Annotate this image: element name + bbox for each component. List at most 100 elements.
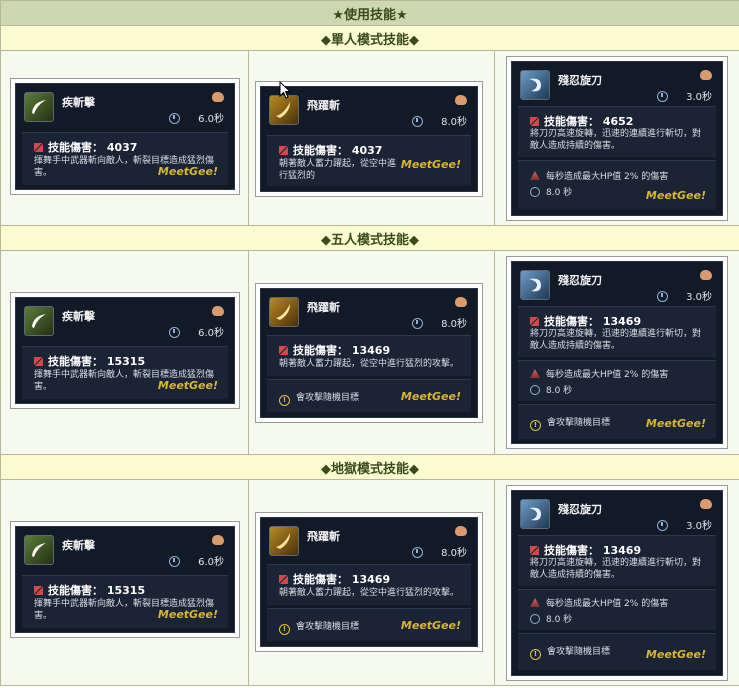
section-title-hell: ◆地獄模式技能◆ [0, 454, 739, 480]
party-cell-3: 殘忍旋刀 3.0秒 技能傷害： 13469 將刀刃高速旋轉，迅速的連續進行斬切，… [494, 250, 739, 455]
info-panel: 技能傷害： 4652 將刀刃高速旋轉，迅速的連續進行斬切，對敵人造成持續的傷害。 [518, 106, 716, 157]
damage-line: 技能傷害： 13469 [530, 313, 641, 329]
damage-icon [279, 575, 288, 584]
info-panel: 技能傷害： 15315 揮舞手中武器斬向敵人，斬裂目標造成猛烈傷害。 MeetG… [22, 575, 228, 628]
clock-icon [169, 327, 181, 338]
cooldown: 8.0秒 [412, 113, 467, 128]
skill-name: 疾斬擊 [62, 539, 95, 552]
meetgee-logo: MeetGee! [157, 379, 218, 392]
spin-blade-skill-icon [520, 70, 550, 100]
clock-icon [530, 385, 540, 395]
warning-icon: ! [530, 649, 541, 660]
damage-icon [279, 146, 288, 155]
damage-icon [34, 357, 43, 366]
section-title-party: ◆五人模式技能◆ [0, 225, 739, 251]
hp-effect: 每秒造成最大HP值 2% 的傷害 [530, 367, 668, 380]
effect-panel: 每秒造成最大HP值 2% 的傷害 8.0 秒 [518, 589, 716, 630]
skill-card-party-a: 疾斬擊 6.0秒 技能傷害： 15315 揮舞手中武器斬向敵人，斬裂目標造成猛烈… [10, 292, 240, 409]
damage-line: 技能傷害： 13469 [279, 571, 390, 587]
solo-cell-3: 殘忍旋刀 3.0秒 技能傷害： 4652 將刀刃高速旋轉，迅速的連續進行斬切，對… [494, 50, 739, 226]
fist-icon [700, 270, 712, 280]
damage-line: 技能傷害： 4037 [279, 142, 382, 158]
slash-skill-icon [24, 306, 54, 336]
skill-card-solo-c: 殘忍旋刀 3.0秒 技能傷害： 4652 將刀刃高速旋轉，迅速的連續進行斬切，對… [506, 56, 728, 221]
fist-icon [212, 92, 224, 102]
effect-panel: 每秒造成最大HP值 2% 的傷害 8.0 秒 [518, 360, 716, 401]
fist-icon [212, 535, 224, 545]
skill-description: 朝著敵人蓄力躍起，從空中進行猛烈的 [279, 159, 397, 181]
page-title: ★使用技能★ [0, 0, 739, 26]
hell-cell-2: 飛躍斬 8.0秒 技能傷害： 13469 朝著敵人蓄力躍起，從空中進行猛烈的攻擊… [248, 479, 495, 686]
burn-icon [530, 369, 540, 378]
duration: 8.0 秒 [530, 383, 572, 396]
stun-note: ! 會攻擊隨機目標 [279, 619, 359, 635]
damage-icon [34, 586, 43, 595]
damage-icon [530, 317, 539, 326]
damage-icon [530, 117, 539, 126]
clock-icon [169, 556, 181, 567]
skill-name: 殘忍旋刀 [558, 74, 602, 87]
note-panel: ! 會攻擊隨機目標 MeetGee! [267, 379, 471, 412]
skill-name: 疾斬擊 [62, 96, 95, 109]
clock-icon [169, 113, 181, 124]
info-panel: 技能傷害： 13469 朝著敵人蓄力躍起，從空中進行猛烈的攻擊。 [267, 335, 471, 376]
skill-card-hell-c: 殘忍旋刀 3.0秒 技能傷害： 13469 將刀刃高速旋轉，迅速的連續進行斬切，… [506, 485, 728, 681]
info-panel: 技能傷害： 13469 朝著敵人蓄力躍起，從空中進行猛烈的攻擊。 [267, 564, 471, 605]
stun-note: ! 會攻擊隨機目標 [530, 415, 610, 431]
skill-card-party-c: 殘忍旋刀 3.0秒 技能傷害： 13469 將刀刃高速旋轉，迅速的連續進行斬切，… [506, 256, 728, 449]
skill-name: 殘忍旋刀 [558, 274, 602, 287]
cooldown: 3.0秒 [657, 517, 712, 532]
skill-name: 飛躍斬 [307, 99, 340, 112]
clock-icon [657, 291, 669, 302]
meetgee-logo: MeetGee! [645, 189, 706, 202]
meetgee-logo: MeetGee! [400, 619, 461, 632]
spin-blade-skill-icon [520, 499, 550, 529]
effect-panel: 每秒造成最大HP值 2% 的傷害 8.0 秒 MeetGee! [518, 160, 716, 209]
meetgee-logo: MeetGee! [400, 158, 461, 171]
clock-icon [412, 547, 424, 558]
warning-icon: ! [279, 395, 290, 406]
duration: 8.0 秒 [530, 185, 572, 198]
meetgee-logo: MeetGee! [645, 648, 706, 661]
cooldown: 3.0秒 [657, 288, 712, 303]
meetgee-logo: MeetGee! [645, 417, 706, 430]
skills-table: ★使用技能★ ◆單人模式技能◆ 疾斬擊 6.0秒 技能傷害： 4037 揮舞手中… [0, 0, 739, 686]
skill-card-hell-a: 疾斬擊 6.0秒 技能傷害： 15315 揮舞手中武器斬向敵人，斬裂目標造成猛烈… [10, 521, 240, 638]
spin-blade-skill-icon [520, 270, 550, 300]
note-panel: ! 會攻擊隨機目標 MeetGee! [518, 404, 716, 439]
fist-icon [455, 95, 467, 105]
leap-skill-icon [269, 526, 299, 556]
meetgee-logo: MeetGee! [400, 390, 461, 403]
cooldown: 3.0秒 [657, 88, 712, 103]
fist-icon [455, 526, 467, 536]
hp-effect: 每秒造成最大HP值 2% 的傷害 [530, 169, 668, 182]
info-panel: 技能傷害： 13469 將刀刃高速旋轉，迅速的連續進行斬切，對敵人造成持續的傷害… [518, 306, 716, 357]
slash-skill-icon [24, 92, 54, 122]
clock-icon [412, 318, 424, 329]
warning-icon: ! [279, 624, 290, 635]
skill-description: 將刀刃高速旋轉，迅速的連續進行斬切，對敵人造成持續的傷害。 [530, 558, 702, 580]
skill-card-solo-a: 疾斬擊 6.0秒 技能傷害： 4037 揮舞手中武器斬向敵人，斬裂目標造成猛烈傷… [10, 78, 240, 195]
skill-name: 飛躍斬 [307, 530, 340, 543]
hell-cell-1: 疾斬擊 6.0秒 技能傷害： 15315 揮舞手中武器斬向敵人，斬裂目標造成猛烈… [0, 479, 249, 686]
damage-line: 技能傷害： 13469 [279, 342, 390, 358]
hp-effect: 每秒造成最大HP值 2% 的傷害 [530, 596, 668, 609]
damage-line: 技能傷害： 15315 [34, 353, 145, 369]
cooldown: 8.0秒 [412, 544, 467, 559]
damage-icon [34, 143, 43, 152]
info-panel: 技能傷害： 13469 將刀刃高速旋轉，迅速的連續進行斬切，對敵人造成持續的傷害… [518, 535, 716, 586]
stun-note: ! 會攻擊隨機目標 [530, 644, 610, 660]
damage-icon [530, 546, 539, 555]
slash-skill-icon [24, 535, 54, 565]
damage-icon [279, 346, 288, 355]
party-cell-2: 飛躍斬 8.0秒 技能傷害： 13469 朝著敵人蓄力躍起，從空中進行猛烈的攻擊… [248, 250, 495, 455]
clock-icon [530, 187, 540, 197]
burn-icon [530, 171, 540, 180]
fist-icon [700, 499, 712, 509]
hell-cell-3: 殘忍旋刀 3.0秒 技能傷害： 13469 將刀刃高速旋轉，迅速的連續進行斬切，… [494, 479, 739, 686]
duration: 8.0 秒 [530, 612, 572, 625]
burn-icon [530, 598, 540, 607]
skill-card-party-b: 飛躍斬 8.0秒 技能傷害： 13469 朝著敵人蓄力躍起，從空中進行猛烈的攻擊… [255, 283, 483, 423]
clock-icon [657, 520, 669, 531]
note-panel: ! 會攻擊隨機目標 MeetGee! [518, 633, 716, 670]
